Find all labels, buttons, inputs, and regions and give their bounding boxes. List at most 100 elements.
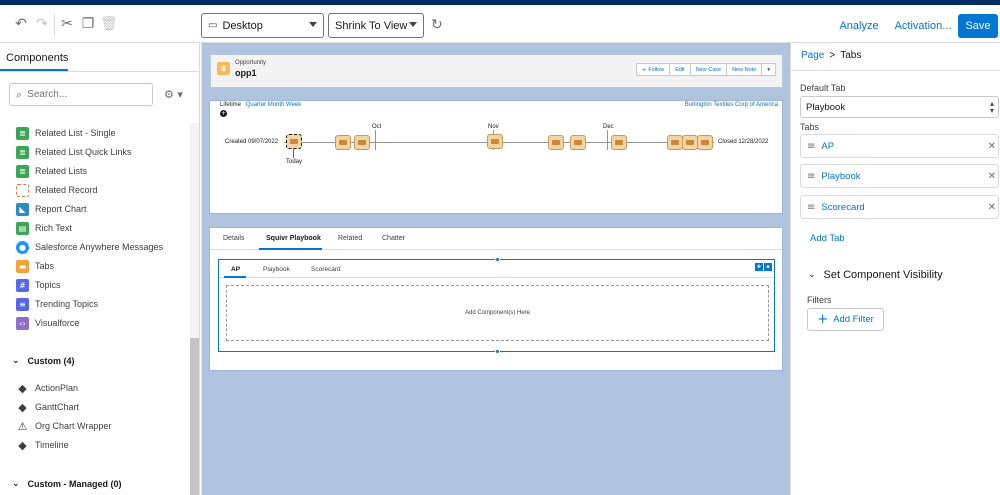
edit-button[interactable]: Edit — [669, 63, 691, 76]
component-dropzone[interactable]: Add Component(s) Here — [226, 285, 769, 341]
timeline-event-marker[interactable] — [570, 135, 586, 150]
component-label: GanttChart — [35, 402, 80, 412]
breadcrumb-page[interactable]: Page — [801, 50, 824, 61]
settings-gear-icon[interactable]: ⚙ ▾ — [164, 88, 183, 101]
refresh-icon[interactable]: ↻ — [431, 17, 443, 33]
visibility-section-toggle[interactable]: ⌄ Set Component Visibility — [808, 269, 943, 281]
device-select[interactable]: ▭ Desktop — [201, 13, 324, 38]
list-item[interactable]: ‹› Visualforce — [16, 315, 186, 331]
list-item[interactable]: ≣ Related List - Single — [16, 125, 186, 141]
add-icon[interactable]: + — [220, 110, 227, 117]
list-item[interactable]: ◆ Timeline — [16, 437, 186, 453]
follow-button[interactable]: + Follow — [635, 63, 671, 76]
drag-handle-icon[interactable]: ≡ — [807, 202, 815, 213]
component-label: Report Chart — [35, 204, 87, 214]
tab-config-name[interactable]: AP — [821, 141, 834, 152]
tab-chatter[interactable]: Chatter — [382, 235, 405, 242]
cut-icon[interactable]: ✂ — [58, 15, 76, 33]
default-tab-select[interactable]: Playbook ▴ ▾ — [800, 96, 999, 118]
record-header[interactable]: ♛ Opportunity opp1 + Follow Edit New Cas… — [210, 54, 783, 88]
more-actions-chevron-icon[interactable]: ▾ — [761, 63, 776, 76]
save-button[interactable]: Save — [958, 14, 998, 38]
list-item[interactable]: ● Salesforce Anywhere Messages — [16, 239, 186, 255]
tab-related[interactable]: Related — [338, 235, 362, 242]
analyze-button[interactable]: Analyze — [839, 14, 878, 38]
add-filter-button[interactable]: + Add Filter — [807, 308, 884, 331]
account-link[interactable]: Burlington Textiles Corp of America — [685, 102, 778, 108]
record-tabs-component[interactable]: Details Squivr Playbook Related Chatter … — [209, 227, 783, 371]
list-item[interactable]: ≡ Trending Topics — [16, 296, 186, 312]
timeline-component[interactable]: Lifetime Quarter Month Week + Burlington… — [209, 100, 783, 214]
list-item[interactable]: ▬ Tabs — [16, 258, 186, 274]
list-item[interactable]: ◣ Report Chart — [16, 201, 186, 217]
drag-handle-icon[interactable]: ≡ — [807, 141, 815, 152]
section-custom[interactable]: ⌄ Custom (4) — [12, 356, 75, 366]
timeline-event-marker[interactable] — [667, 135, 683, 150]
tab-squivr-playbook[interactable]: Squivr Playbook — [266, 235, 321, 242]
timeline-event-marker[interactable] — [548, 135, 564, 150]
list-item[interactable]: ▤ Rich Text — [16, 220, 186, 236]
page-canvas: ♛ Opportunity opp1 + Follow Edit New Cas… — [201, 43, 790, 495]
undo-icon[interactable]: ↶ — [12, 15, 30, 33]
resize-handle[interactable] — [495, 349, 500, 354]
list-item[interactable]: ◆ ActionPlan — [16, 380, 186, 396]
tab-ap[interactable]: AP — [231, 266, 240, 273]
activation-button[interactable]: Activation... — [895, 14, 952, 38]
add-tab-button[interactable]: Add Tab — [810, 233, 845, 244]
tab-playbook[interactable]: Playbook — [263, 266, 290, 273]
builder-toolbar: ↶ ↷ ✂ ❐ 🗑 ▭ Desktop Shrink To View ↻ Ana… — [0, 5, 1000, 43]
copy-icon[interactable]: ❐ — [79, 15, 97, 33]
list-item[interactable]: ≣ Related Lists — [16, 163, 186, 179]
new-case-button[interactable]: New Case — [689, 63, 728, 76]
tab-config-item[interactable]: ≡ Playbook ✕ — [800, 164, 999, 188]
tab-config-item[interactable]: ≡ Scorecard ✕ — [800, 195, 999, 219]
tab-config-item[interactable]: ≡ AP ✕ — [800, 134, 999, 158]
sort-updown-icon: ▴ ▾ — [989, 99, 994, 115]
delete-icon[interactable]: 🗑 — [100, 15, 118, 33]
tab-config-name[interactable]: Scorecard — [821, 202, 864, 213]
close-icon[interactable]: ✕ — [988, 202, 996, 213]
chevron-down-icon: ⌄ — [12, 356, 20, 366]
close-icon[interactable]: ✕ — [988, 171, 996, 182]
plus-icon: + — [817, 312, 829, 327]
tab-components[interactable]: Components — [6, 52, 68, 64]
redo-icon[interactable]: ↷ — [33, 15, 51, 33]
timeline-scale-links[interactable]: Quarter Month Week — [246, 102, 302, 108]
toolbar-divider — [54, 14, 55, 36]
selected-tabs-component[interactable]: ✥ ▪ AP Playbook Scorecard Add Component(… — [218, 257, 775, 354]
closed-date: Closed 12/28/2022 — [718, 139, 769, 145]
list-item[interactable]: ◆ GanttChart — [16, 399, 186, 415]
new-note-button[interactable]: New Note — [726, 63, 763, 76]
opportunity-crown-icon: ♛ — [217, 62, 230, 75]
close-icon[interactable]: ✕ — [988, 141, 996, 152]
list-item[interactable]: ≣ Related List Quick Links — [16, 144, 186, 160]
timeline-event-marker[interactable] — [487, 134, 503, 149]
drag-handle-icon[interactable]: ≡ — [807, 171, 815, 182]
breadcrumb: Page > Tabs — [801, 50, 861, 61]
timeline-event-marker[interactable] — [697, 135, 713, 150]
chevron-down-icon: ⌄ — [12, 479, 20, 489]
breadcrumb-separator: > — [829, 50, 836, 61]
divider — [0, 71, 199, 72]
related-list-icon: ≣ — [16, 126, 29, 140]
list-item[interactable]: Related Record — [16, 182, 186, 198]
timeline-event-marker[interactable] — [354, 135, 370, 150]
section-custom-managed[interactable]: ⌄ Custom - Managed (0) — [12, 479, 122, 489]
topics-icon: # — [16, 278, 29, 292]
timeline-event-marker[interactable] — [611, 135, 627, 150]
search-input[interactable]: ⌕ Search... — [9, 83, 153, 106]
list-item[interactable]: # Topics — [16, 277, 186, 293]
tab-scorecard[interactable]: Scorecard — [311, 266, 341, 273]
tab-details[interactable]: Details — [223, 235, 244, 242]
list-item[interactable]: ⚠ Org Chart Wrapper — [16, 418, 186, 434]
timeline-event-marker[interactable] — [682, 135, 698, 150]
component-label: Related List - Single — [35, 128, 116, 138]
scrollbar-thumb[interactable] — [190, 338, 199, 495]
tab-config-name[interactable]: Playbook — [821, 171, 860, 182]
record-type: Opportunity — [235, 60, 267, 66]
today-marker[interactable] — [286, 134, 302, 149]
timeline-event-marker[interactable] — [335, 135, 351, 150]
tabs-icon: ▬ — [16, 259, 29, 273]
zoom-select[interactable]: Shrink To View — [328, 13, 424, 38]
component-label: Timeline — [35, 440, 69, 450]
